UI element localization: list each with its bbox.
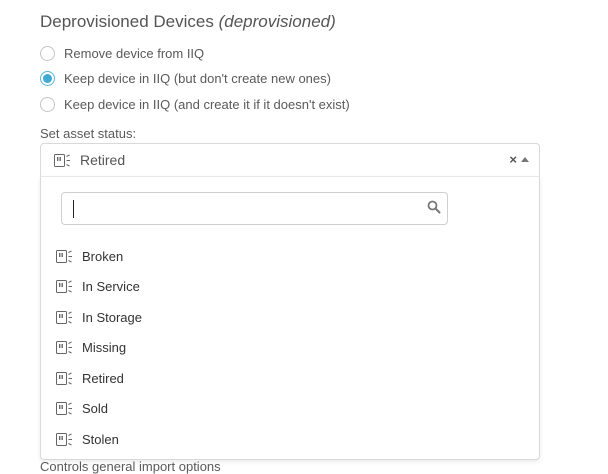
option-label: Retired bbox=[82, 370, 124, 386]
status-option-stolen[interactable]: Stolen bbox=[41, 424, 539, 455]
asset-status-icon bbox=[56, 341, 73, 355]
radio-keep-device-create[interactable]: Keep device in IIQ (and create it if it … bbox=[40, 95, 350, 113]
asset-status-icon bbox=[56, 402, 73, 416]
status-option-broken[interactable]: Broken bbox=[41, 241, 539, 272]
asset-status-icon bbox=[56, 249, 73, 263]
radio-button[interactable] bbox=[40, 96, 55, 112]
search-icon bbox=[427, 200, 441, 214]
close-icon[interactable]: × bbox=[509, 153, 517, 167]
asset-status-icon bbox=[56, 310, 73, 324]
asset-status-icon bbox=[56, 280, 73, 294]
status-option-missing[interactable]: Missing bbox=[41, 333, 539, 364]
status-option-in-storage[interactable]: In Storage bbox=[41, 302, 539, 333]
selected-status-value: Retired bbox=[80, 152, 126, 168]
radio-button[interactable] bbox=[40, 45, 55, 61]
status-option-list: Broken In Service In Storage Missing Ret… bbox=[41, 241, 539, 455]
section-title: Deprovisioned Devices bbox=[40, 12, 214, 31]
asset-status-label: Set asset status: bbox=[40, 126, 137, 141]
status-option-sold[interactable]: Sold bbox=[41, 394, 539, 425]
radio-keep-device-no-create[interactable]: Keep device in IIQ (but don't create new… bbox=[40, 69, 331, 87]
dropdown-search-input[interactable] bbox=[70, 198, 410, 220]
status-option-in-service[interactable]: In Service bbox=[41, 272, 539, 303]
asset-status-icon bbox=[56, 432, 73, 446]
option-label: Sold bbox=[82, 401, 109, 417]
caret-up-icon[interactable] bbox=[521, 157, 529, 162]
radio-label: Keep device in IIQ (but don't create new… bbox=[64, 70, 331, 86]
option-label: In Storage bbox=[82, 309, 142, 325]
section-heading: Deprovisioned Devices (deprovisioned) bbox=[40, 12, 336, 32]
import-options-help-text: Controls general import options bbox=[40, 459, 221, 474]
text-cursor bbox=[73, 200, 74, 218]
status-option-retired[interactable]: Retired bbox=[41, 363, 539, 394]
asset-status-select[interactable]: Retired × bbox=[40, 143, 540, 177]
radio-button-selected[interactable] bbox=[40, 70, 55, 86]
dropdown-search[interactable] bbox=[61, 192, 448, 225]
radio-remove-device[interactable]: Remove device from IIQ bbox=[40, 44, 204, 62]
option-label: Missing bbox=[82, 340, 127, 356]
section-title-key: (deprovisioned) bbox=[218, 12, 336, 31]
option-label: Stolen bbox=[82, 431, 119, 447]
option-label: Broken bbox=[82, 248, 124, 264]
radio-label: Remove device from IIQ bbox=[64, 45, 205, 61]
option-label: In Service bbox=[82, 279, 140, 295]
asset-status-icon bbox=[54, 153, 71, 167]
asset-status-icon bbox=[56, 371, 73, 385]
asset-status-dropdown: Broken In Service In Storage Missing Ret… bbox=[40, 176, 540, 460]
radio-label: Keep device in IIQ (and create it if it … bbox=[64, 96, 350, 112]
